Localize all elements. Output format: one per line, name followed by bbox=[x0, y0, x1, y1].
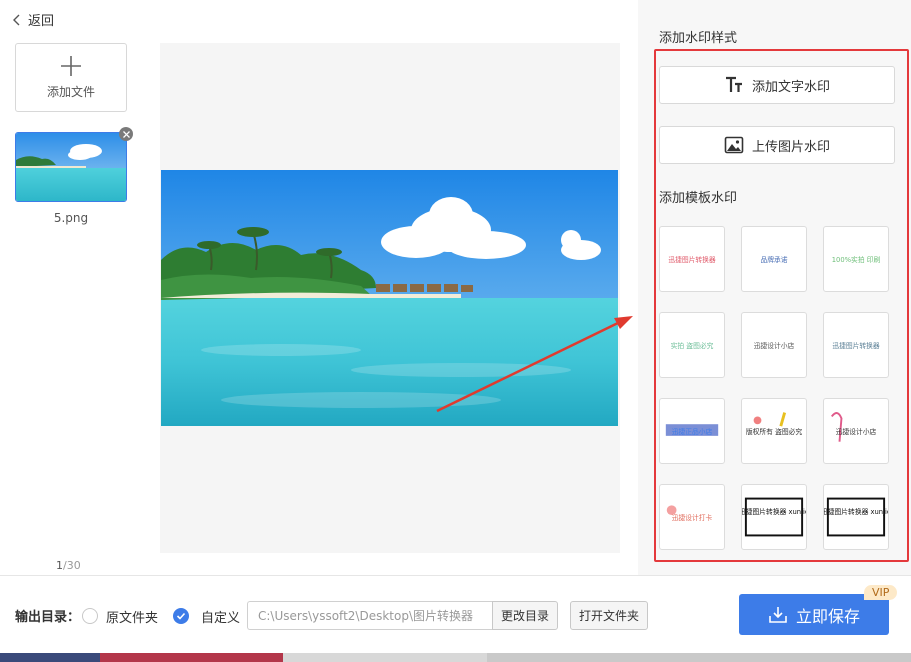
preview-image bbox=[161, 170, 618, 426]
template-label: 迅捷正品小店 bbox=[672, 427, 713, 436]
beach-photo bbox=[161, 170, 618, 426]
template-label: 迅捷设计小店 bbox=[754, 341, 795, 350]
remove-file-button[interactable] bbox=[119, 127, 133, 141]
add-text-watermark-button[interactable]: 添加文字水印 bbox=[659, 66, 895, 104]
template-preview: 迅捷设计打卡 bbox=[666, 505, 713, 522]
template-preview: 迅捷图片转换器 xunjie bbox=[824, 497, 888, 537]
template-title: 添加模板水印 bbox=[659, 191, 738, 206]
original-folder-label: 原文件夹 bbox=[106, 611, 159, 626]
page-current: 1 bbox=[56, 559, 63, 572]
template-anti-theft[interactable]: 实拍 盗图必究 bbox=[659, 312, 725, 378]
thumbnail-image bbox=[16, 133, 126, 201]
template-preview: 迅捷图片转换器 xunjie bbox=[742, 497, 806, 537]
radio-custom-folder[interactable] bbox=[173, 608, 189, 624]
open-folder-button[interactable]: 打开文件夹 bbox=[570, 601, 648, 630]
template-preview: 迅捷设计小店 bbox=[830, 412, 877, 442]
page-total: /30 bbox=[63, 559, 81, 572]
output-dir-label: 输出目录： bbox=[15, 610, 81, 625]
radio-original-folder[interactable] bbox=[82, 608, 98, 624]
template-preview: 迅捷图片转换器 bbox=[668, 255, 716, 264]
taskbar-strip bbox=[0, 653, 911, 662]
text-icon bbox=[725, 76, 742, 92]
template-checkin[interactable]: 迅捷设计打卡 bbox=[659, 484, 725, 550]
file-name: 5.png bbox=[53, 211, 89, 225]
image-icon bbox=[724, 136, 744, 154]
template-preview: 100%实拍 印刷 bbox=[832, 255, 881, 264]
chevron-left-icon bbox=[13, 14, 20, 25]
output-path-input[interactable] bbox=[247, 601, 493, 630]
template-preview: 品牌承诺 bbox=[760, 255, 787, 264]
add-file-label: 添加文件 bbox=[46, 85, 95, 99]
style-title: 添加水印样式 bbox=[659, 31, 738, 46]
text-watermark-label: 添加文字水印 bbox=[751, 79, 830, 95]
template-label: 迅捷图片转换器 bbox=[832, 341, 880, 350]
template-preview: 实拍 盗图必究 bbox=[671, 341, 714, 350]
template-label: 迅捷图片转换器 bbox=[668, 255, 716, 264]
template-converter-xunjie[interactable]: 迅捷图片转换器 xunjie bbox=[741, 484, 807, 550]
template-label: 版权所有 盗图必究 bbox=[746, 427, 803, 436]
template-copyright[interactable]: 版权所有 盗图必究 bbox=[741, 398, 807, 464]
template-label: 迅捷设计小店 bbox=[836, 427, 877, 436]
image-watermark-label: 上传图片水印 bbox=[751, 139, 830, 155]
plus-icon bbox=[61, 56, 81, 76]
custom-folder-label: 自定义 bbox=[201, 611, 241, 626]
template-design-shop[interactable]: 迅捷设计小店 bbox=[741, 312, 807, 378]
template-label: 迅捷图片转换器 xunjie bbox=[824, 507, 888, 516]
change-dir-button[interactable]: 更改目录 bbox=[492, 601, 558, 630]
download-icon bbox=[769, 606, 787, 623]
vip-badge: VIP bbox=[864, 585, 898, 600]
template-genuine-shop[interactable]: 迅捷正品小店 bbox=[659, 398, 725, 464]
back-label: 返回 bbox=[28, 14, 55, 29]
template-preview: 迅捷正品小店 bbox=[665, 424, 719, 436]
template-label: 100%实拍 印刷 bbox=[832, 255, 881, 264]
file-thumbnail[interactable] bbox=[15, 132, 127, 202]
add-file-button[interactable]: 添加文件 bbox=[15, 43, 127, 112]
template-brand-promise[interactable]: 品牌承诺 bbox=[741, 226, 807, 292]
template-preview: 版权所有 盗图必究 bbox=[746, 412, 803, 436]
back-button[interactable]: 返回 bbox=[12, 10, 54, 29]
save-label: 立即保存 bbox=[795, 606, 860, 626]
template-zhuanhuan[interactable]: 迅捷图片转换器 bbox=[659, 226, 725, 292]
template-label: 迅捷图片转换器 xunjie bbox=[742, 507, 806, 516]
template-preview: 迅捷图片转换器 bbox=[832, 341, 880, 350]
watermark-editor: 返回 添加文件 5.png 1/30 添加水印样式 添加文字水印 上传图片水印 … bbox=[0, 0, 911, 662]
upload-image-watermark-button[interactable]: 上传图片水印 bbox=[659, 126, 895, 164]
template-real-shot[interactable]: 100%实拍 印刷 bbox=[823, 226, 889, 292]
close-icon bbox=[122, 130, 130, 138]
template-design-shop-2[interactable]: 迅捷设计小店 bbox=[823, 398, 889, 464]
template-label: 迅捷设计打卡 bbox=[672, 513, 713, 522]
template-label: 实拍 盗图必究 bbox=[671, 341, 714, 350]
checkmark-icon bbox=[176, 612, 186, 620]
template-label: 品牌承诺 bbox=[760, 255, 787, 264]
template-converter-2[interactable]: 迅捷图片转换器 bbox=[823, 312, 889, 378]
template-converter-xunjie-2[interactable]: 迅捷图片转换器 xunjie bbox=[823, 484, 889, 550]
page-counter: 1/30 bbox=[56, 559, 81, 572]
save-now-button[interactable]: 立即保存 bbox=[739, 594, 889, 635]
template-preview: 迅捷设计小店 bbox=[754, 341, 795, 350]
